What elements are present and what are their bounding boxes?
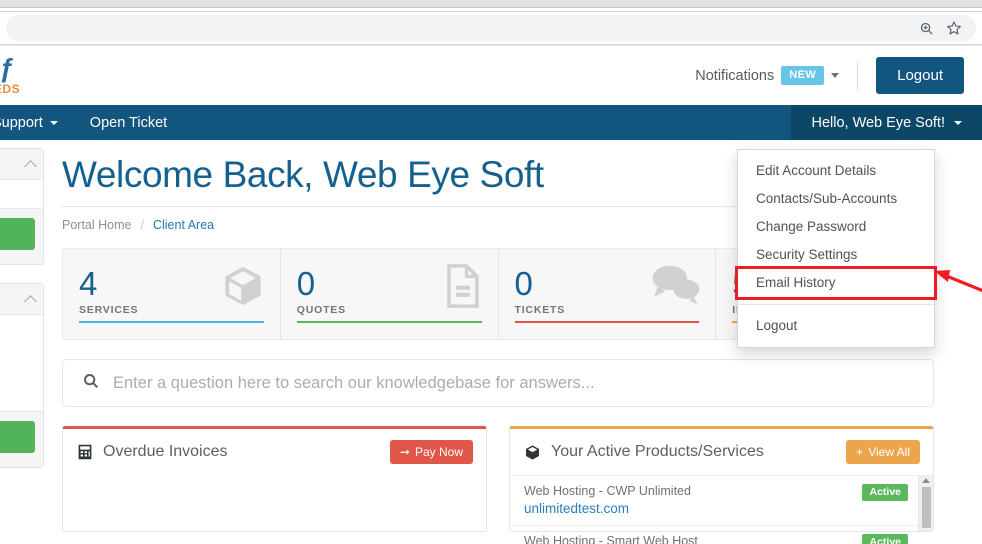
sidebar-panel-1-footer [0, 208, 43, 264]
sidebar-panel-2-footer [0, 411, 43, 467]
bookmark-star-icon[interactable] [942, 16, 966, 40]
card-active-products: Your Active Products/Services + View All… [509, 426, 934, 544]
status-badge: Active [862, 484, 908, 501]
menu-item-contacts-sub-accounts[interactable]: Contacts/Sub-Accounts [738, 185, 934, 213]
sidebar-panel-2-body [0, 315, 43, 411]
search-icon [83, 373, 99, 394]
nav-item-support[interactable]: Support [0, 105, 74, 140]
list-item[interactable]: Web Hosting - Smart Web Host Active [510, 525, 918, 544]
product-info: Web Hosting - Smart Web Host [524, 533, 852, 544]
browser-titlebar [0, 0, 982, 8]
sidebar-panel-1-body [0, 180, 43, 208]
stat-tickets-underline [514, 321, 700, 323]
menu-item-logout[interactable]: Logout [738, 312, 934, 340]
sidebar-panel-1 [0, 148, 44, 265]
plus-icon: + [856, 445, 864, 459]
products-list: Web Hosting - CWP Unlimited unlimitedtes… [510, 475, 933, 544]
address-bar[interactable] [6, 15, 976, 41]
dashboard-cards: Overdue Invoices ➞ Pay Now Your Active P… [62, 426, 934, 544]
nav-item-open-ticket-label: Open Ticket [89, 114, 168, 131]
chevron-up-icon[interactable] [24, 159, 37, 173]
main-navbar: Support Open Ticket Hello, Web Eye Soft! [0, 105, 982, 140]
products-list-scrollbar[interactable] [918, 475, 933, 531]
calculator-icon [77, 444, 93, 460]
stat-card-services[interactable]: 4 SERVICES [63, 249, 281, 339]
nav-item-open-ticket[interactable]: Open Ticket [74, 105, 183, 140]
chevron-down-icon [49, 120, 58, 125]
notifications-label: Notifications [695, 67, 775, 84]
logo-text: EDS [0, 81, 21, 96]
menu-item-edit-account-details[interactable]: Edit Account Details [738, 157, 934, 185]
navbar-right: Hello, Web Eye Soft! [791, 105, 982, 140]
user-menu-label: Hello, Web Eye Soft! [811, 114, 945, 131]
knowledgebase-search[interactable] [62, 359, 934, 407]
arrow-right-icon: ➞ [399, 445, 410, 459]
notifications-new-badge: NEW [781, 66, 825, 85]
stat-card-quotes[interactable]: 0 QUOTES [281, 249, 499, 339]
box-icon [220, 263, 266, 314]
pay-now-button[interactable]: ➞ Pay Now [389, 440, 473, 464]
product-name: Web Hosting - Smart Web Host [524, 534, 698, 544]
breadcrumb-client-area[interactable]: Client Area [153, 218, 214, 232]
card-active-products-header: Your Active Products/Services + View All [510, 429, 933, 475]
stat-quotes-underline [296, 321, 482, 323]
stat-services-underline [79, 321, 264, 323]
menu-item-security-settings[interactable]: Security Settings [738, 241, 934, 269]
breadcrumb-portal-home[interactable]: Portal Home [62, 218, 131, 232]
view-all-label: View All [868, 445, 910, 459]
nav-item-support-label: Support [0, 114, 43, 131]
list-item[interactable]: Web Hosting - CWP Unlimited unlimitedtes… [510, 475, 918, 525]
chevron-down-icon[interactable] [831, 73, 840, 78]
breadcrumb-separator: / [140, 218, 144, 232]
menu-divider [738, 304, 934, 305]
browser-toolbar [0, 12, 982, 45]
sidebar-panel-2-header[interactable] [0, 284, 43, 315]
scrollbar-thumb[interactable] [921, 487, 931, 528]
sidebar-panel-2-action-button[interactable] [0, 421, 35, 453]
document-icon [442, 263, 484, 314]
logo-mark: ƒ [0, 55, 15, 83]
view-all-button[interactable]: + View All [846, 440, 920, 464]
sidebar-panel-1-action-button[interactable] [0, 218, 35, 250]
menu-item-email-history[interactable]: Email History [735, 266, 937, 300]
zoom-icon[interactable] [914, 16, 938, 40]
chat-bubbles-icon [649, 263, 701, 310]
site-logo[interactable]: ƒ EDS [0, 56, 38, 96]
scroll-up-arrow-icon[interactable] [922, 478, 930, 483]
products-list-rows: Web Hosting - CWP Unlimited unlimitedtes… [510, 475, 918, 544]
navbar-left: Support Open Ticket [0, 105, 183, 140]
product-name: Web Hosting - CWP Unlimited [524, 484, 691, 498]
card-overdue-invoices-title: Overdue Invoices [103, 443, 228, 460]
header-divider [857, 60, 859, 91]
sidebar-panel-2 [0, 283, 44, 468]
card-overdue-invoices-header: Overdue Invoices ➞ Pay Now [63, 429, 486, 475]
user-dropdown-menu: Edit Account Details Contacts/Sub-Accoun… [735, 149, 937, 348]
status-badge: Active [862, 534, 908, 544]
card-overdue-invoices: Overdue Invoices ➞ Pay Now [62, 426, 487, 532]
product-info: Web Hosting - CWP Unlimited unlimitedtes… [524, 483, 852, 518]
search-input[interactable] [113, 373, 913, 393]
card-active-products-title: Your Active Products/Services [551, 443, 764, 460]
user-menu-toggle[interactable]: Hello, Web Eye Soft! [791, 105, 982, 140]
sidebar [0, 140, 44, 486]
product-domain[interactable]: unlimitedtest.com [524, 500, 852, 518]
chevron-up-icon[interactable] [24, 294, 37, 308]
site-header: ƒ EDS Notifications NEW Logout [0, 46, 982, 105]
card-overdue-invoices-body [63, 475, 486, 531]
browser-chrome [0, 0, 982, 46]
pay-now-label: Pay Now [414, 445, 463, 459]
chevron-down-icon [954, 120, 962, 125]
sidebar-panel-1-header[interactable] [0, 149, 43, 180]
header-actions: Notifications NEW Logout [695, 57, 964, 94]
logout-button[interactable]: Logout [876, 57, 964, 94]
box-icon [524, 444, 541, 461]
stat-card-tickets[interactable]: 0 TICKETS [499, 249, 717, 339]
notifications-menu[interactable]: Notifications NEW [695, 66, 840, 85]
card-active-products-body: Web Hosting - CWP Unlimited unlimitedtes… [510, 475, 933, 544]
menu-item-change-password[interactable]: Change Password [738, 213, 934, 241]
